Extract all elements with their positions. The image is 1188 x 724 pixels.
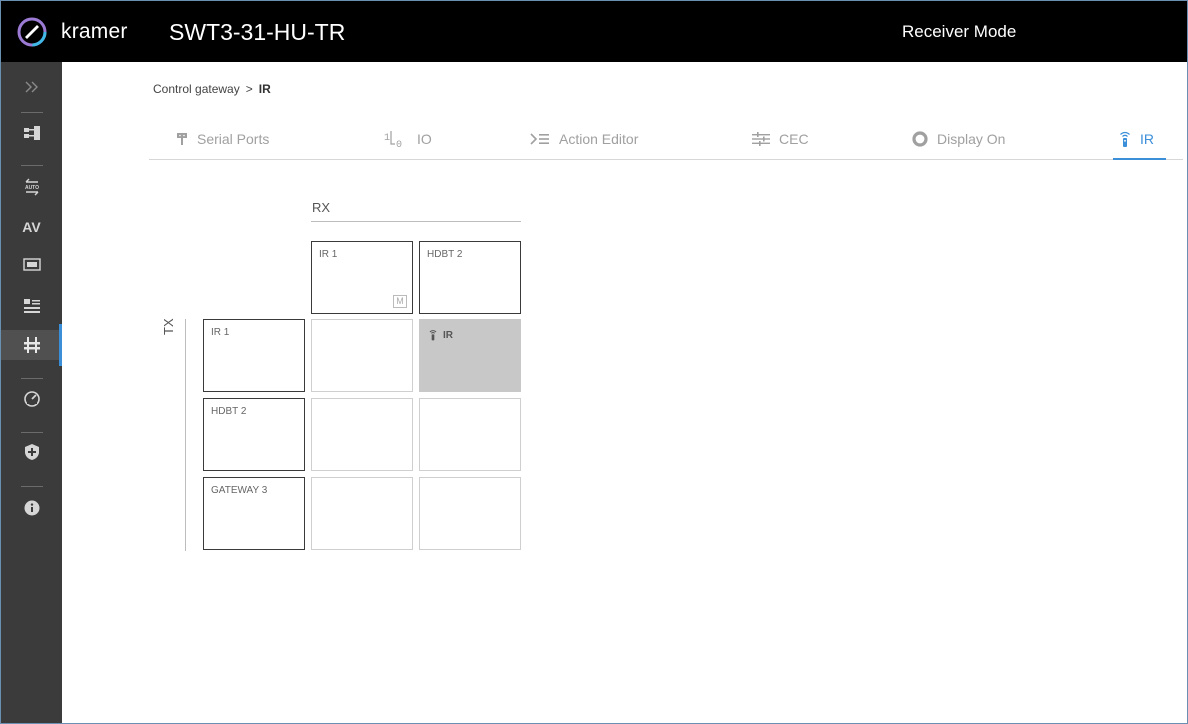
route-indicator: IR [429,329,453,341]
app-window: kramer SWT3-31-HU-TR Receiver Mode AUTO … [0,0,1188,724]
tx-port-gateway-3[interactable]: GATEWAY 3 [203,477,305,550]
tab-label: IR [1140,131,1154,147]
tx-port-label: IR 1 [211,327,230,338]
info-icon [24,500,39,516]
breadcrumb-parent[interactable]: Control gateway [153,82,240,96]
sidebar-item-av[interactable]: AV [1,212,62,242]
serial-port-icon [177,133,187,145]
crosspoint-tx1-rx2[interactable]: IR [419,319,521,392]
sidebar-item-info[interactable] [1,493,62,523]
breadcrumb: Control gateway > IR [153,82,271,96]
sidebar-divider [21,486,43,487]
tab-label: Serial Ports [197,131,270,147]
breadcrumb-current: IR [258,82,271,96]
auto-switching-icon: AUTO [24,178,39,196]
rx-axis-line [311,221,521,222]
tab-label: CEC [779,131,809,147]
device-name: SWT3-31-HU-TR [169,19,346,45]
tab-serial-ports[interactable]: Serial Ports [176,119,269,159]
display-on-icon [912,131,928,147]
sidebar-item-control[interactable] [1,324,62,366]
route-label: IR [443,329,453,341]
tx-port-label: GATEWAY 3 [211,485,268,496]
tab-label: Action Editor [559,131,639,147]
crosspoint-tx2-rx1[interactable] [311,398,413,471]
edid-icon [22,258,41,271]
sidebar-item-diagnostics[interactable] [1,384,62,414]
control-icon [23,337,40,353]
rx-port-label: HDBT 2 [427,249,463,260]
sidebar-divider [21,378,43,379]
sidebar-expand-button[interactable] [1,72,62,102]
ir-remote-icon [1120,131,1130,147]
sidebar-item-network[interactable] [1,118,62,148]
diagnostics-gauge-icon [23,391,40,407]
sidebar-item-security[interactable] [1,437,62,467]
av-icon: AV [22,219,41,235]
tab-io[interactable]: 10 IO [382,119,432,159]
sidebar-item-auto-switching[interactable]: AUTO [1,172,62,202]
tab-bar: Serial Ports 10 IO Action Editor CEC Dis… [149,119,1183,160]
tx-port-hdbt-2[interactable]: HDBT 2 [203,398,305,471]
tab-label: Display On [937,131,1006,147]
breadcrumb-separator: > [245,82,253,96]
tab-ir[interactable]: IR [1113,119,1166,160]
crosspoint-tx3-rx2[interactable] [419,477,521,550]
chevron-double-right-icon [25,81,38,93]
crosspoint-tx3-rx1[interactable] [311,477,413,550]
sidebar-divider [21,112,43,113]
io-icon: 10 [384,131,402,148]
rx-port-label: IR 1 [319,249,338,260]
settings-panel-icon [23,299,40,313]
brand-name: kramer [61,20,128,43]
tab-label: IO [417,131,432,147]
rx-port-ir-1[interactable]: IR 1 M [311,241,413,314]
network-icon [23,126,40,140]
cec-icon [752,132,770,146]
action-editor-icon [530,133,549,145]
kramer-logo-icon [17,17,47,47]
tx-axis-line [185,319,186,551]
top-bar: kramer SWT3-31-HU-TR Receiver Mode [1,1,1187,62]
crosspoint-tx1-rx1[interactable] [311,319,413,392]
sidebar: AUTO AV [1,62,62,723]
device-mode: Receiver Mode [902,22,1017,41]
sidebar-item-settings[interactable] [1,291,62,321]
tab-cec[interactable]: CEC [752,119,809,159]
tx-port-label: HDBT 2 [211,406,247,417]
security-shield-icon [24,444,39,460]
tx-port-ir-1[interactable]: IR 1 [203,319,305,392]
svg-text:AUTO: AUTO [24,185,38,191]
svg-text:0: 0 [396,140,402,148]
tab-action-editor[interactable]: Action Editor [530,119,638,159]
sidebar-divider [21,432,43,433]
rx-axis-label: RX [312,200,331,215]
tx-axis-label: TX [161,318,176,335]
sidebar-divider [21,165,43,166]
crosspoint-tx2-rx2[interactable] [419,398,521,471]
tab-display-on[interactable]: Display On [912,119,1005,159]
rx-port-hdbt-2[interactable]: HDBT 2 [419,241,521,314]
mode-badge: M [393,295,407,308]
svg-text:1: 1 [384,133,390,144]
sidebar-item-edid[interactable] [1,250,62,280]
ir-remote-icon [429,330,437,341]
